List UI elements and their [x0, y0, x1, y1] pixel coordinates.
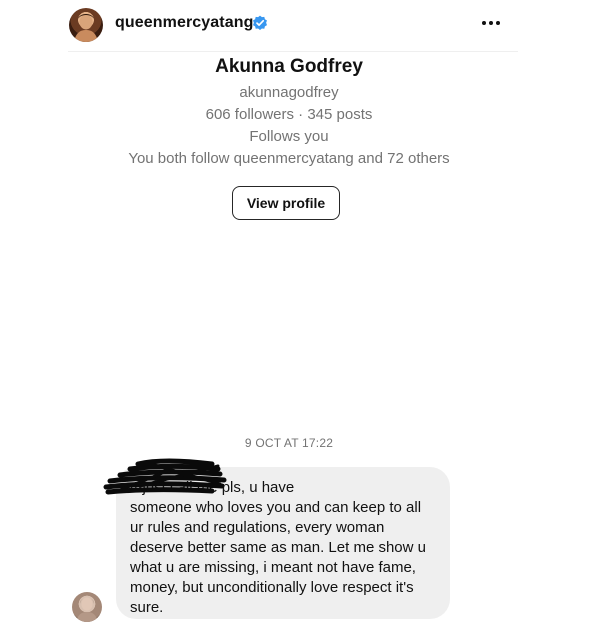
header-username[interactable]: queenmercyatang [115, 14, 253, 32]
profile-name: Akunna Godfrey [215, 56, 363, 77]
more-options-icon[interactable] [480, 18, 502, 28]
follows-you-label: Follows you [249, 128, 329, 145]
header-avatar[interactable] [69, 8, 103, 42]
redaction-scribble [103, 458, 227, 495]
message-timestamp: 9 OCT AT 17:22 [244, 436, 334, 450]
dm-thread-screen: queenmercyatang Akunna Godfrey akunnagod… [0, 0, 600, 626]
header-divider [68, 51, 518, 52]
sender-avatar[interactable] [72, 592, 102, 622]
verified-badge-icon [253, 15, 267, 30]
thread-header: queenmercyatang [0, 0, 600, 52]
mutual-followers: You both follow queenmercyatang and 72 o… [128, 150, 450, 167]
view-profile-button[interactable]: View profile [232, 186, 340, 220]
profile-stats: 606 followers · 345 posts [205, 106, 373, 123]
message-text: 4 just call me pls, u have someone who l… [130, 479, 426, 616]
profile-handle: akunnagodfrey [239, 84, 339, 101]
